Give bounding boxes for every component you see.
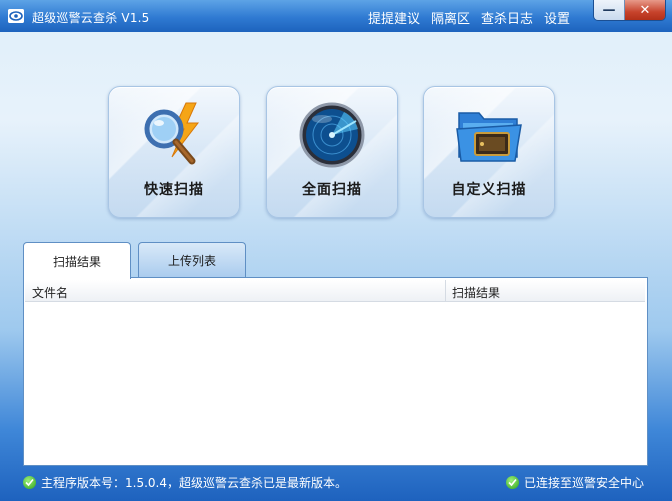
table-header: 文件名 扫描结果	[25, 280, 645, 302]
title-bar[interactable]: 超级巡警云查杀 V1.5 提提建议 隔离区 查杀日志 设置 — ✕	[0, 0, 672, 32]
magnifier-lightning-icon	[144, 102, 200, 165]
window-title: 超级巡警云查杀 V1.5	[32, 11, 150, 25]
column-header-scan-result[interactable]: 扫描结果	[452, 284, 500, 301]
close-icon: ✕	[639, 2, 651, 18]
minimize-button[interactable]: —	[594, 0, 624, 20]
quarantine-link[interactable]: 隔离区	[431, 8, 470, 27]
quick-scan-label: 快速扫描	[144, 182, 204, 198]
close-button[interactable]: ✕	[624, 0, 665, 20]
feedback-link[interactable]: 提提建议	[368, 8, 420, 27]
full-scan-button[interactable]: 全面扫描	[266, 86, 398, 218]
quick-scan-button[interactable]: 快速扫描	[108, 86, 240, 218]
folder-icon	[456, 112, 522, 162]
version-status: 主程序版本号：1.5.0.4，超级巡警云查杀已是最新版本。	[23, 474, 347, 491]
radar-icon	[299, 102, 365, 168]
version-status-text: 主程序版本号：1.5.0.4，超级巡警云查杀已是最新版本。	[41, 476, 347, 490]
settings-link[interactable]: 设置	[544, 8, 570, 27]
scan-results-table: 文件名 扫描结果	[23, 277, 648, 466]
scan-log-link[interactable]: 查杀日志	[481, 8, 533, 27]
connection-status-text[interactable]: 已连接至巡警安全中心	[524, 474, 644, 491]
app-logo-icon	[8, 9, 24, 23]
tab-upload-list[interactable]: 上传列表	[138, 242, 246, 278]
custom-scan-button[interactable]: 自定义扫描	[423, 86, 555, 218]
top-link-bar: 提提建议 隔离区 查杀日志 设置	[368, 8, 570, 27]
window-controls: — ✕	[593, 0, 666, 21]
column-header-filename[interactable]: 文件名	[32, 284, 68, 301]
custom-scan-label: 自定义扫描	[451, 182, 527, 198]
checkmark-icon	[23, 476, 36, 489]
app-window: 超级巡警云查杀 V1.5 提提建议 隔离区 查杀日志 设置 — ✕ 快速扫描 全…	[0, 0, 672, 501]
connection-status: 已连接至巡警安全中心	[505, 474, 644, 491]
tab-scan-results[interactable]: 扫描结果	[23, 242, 131, 279]
full-scan-label: 全面扫描	[302, 182, 362, 198]
checkmark-icon	[505, 476, 519, 489]
column-divider[interactable]	[445, 280, 446, 301]
minimize-icon: —	[602, 2, 616, 18]
